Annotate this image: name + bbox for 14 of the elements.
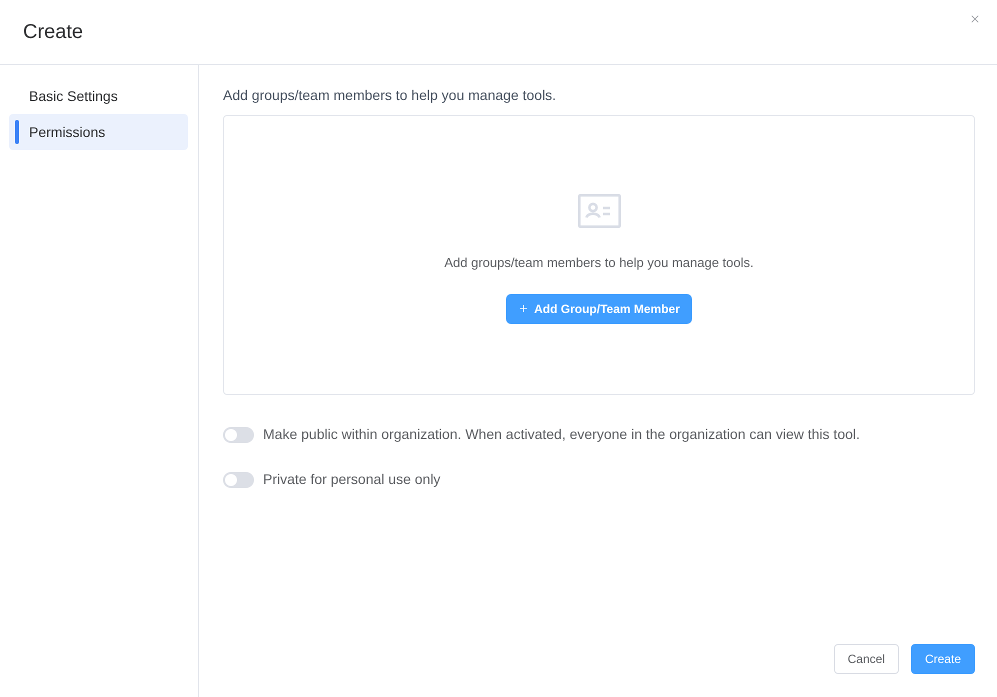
dialog-title: Create [23,20,84,45]
close-icon[interactable] [969,13,981,25]
sidebar-item[interactable]: Permissions [9,114,188,150]
toggle-switch[interactable] [223,426,254,442]
plus-icon [518,303,530,314]
toggle-switch[interactable] [223,472,254,488]
sidebar-item[interactable]: Basic Settings [9,78,188,114]
cancel-button[interactable]: Cancel [834,644,899,674]
empty-state-message: Add groups/team members to help you manage tools. [444,254,754,272]
toggle-label: Make public within organization. When activated, everyone in the organization can view this tool. [263,425,860,444]
toggle-label: Private for personal use only [263,470,440,489]
contact-card-icon [578,194,620,228]
section-description: Add groups/team members to help you manage tools. [223,86,558,104]
active-indicator [15,120,19,144]
